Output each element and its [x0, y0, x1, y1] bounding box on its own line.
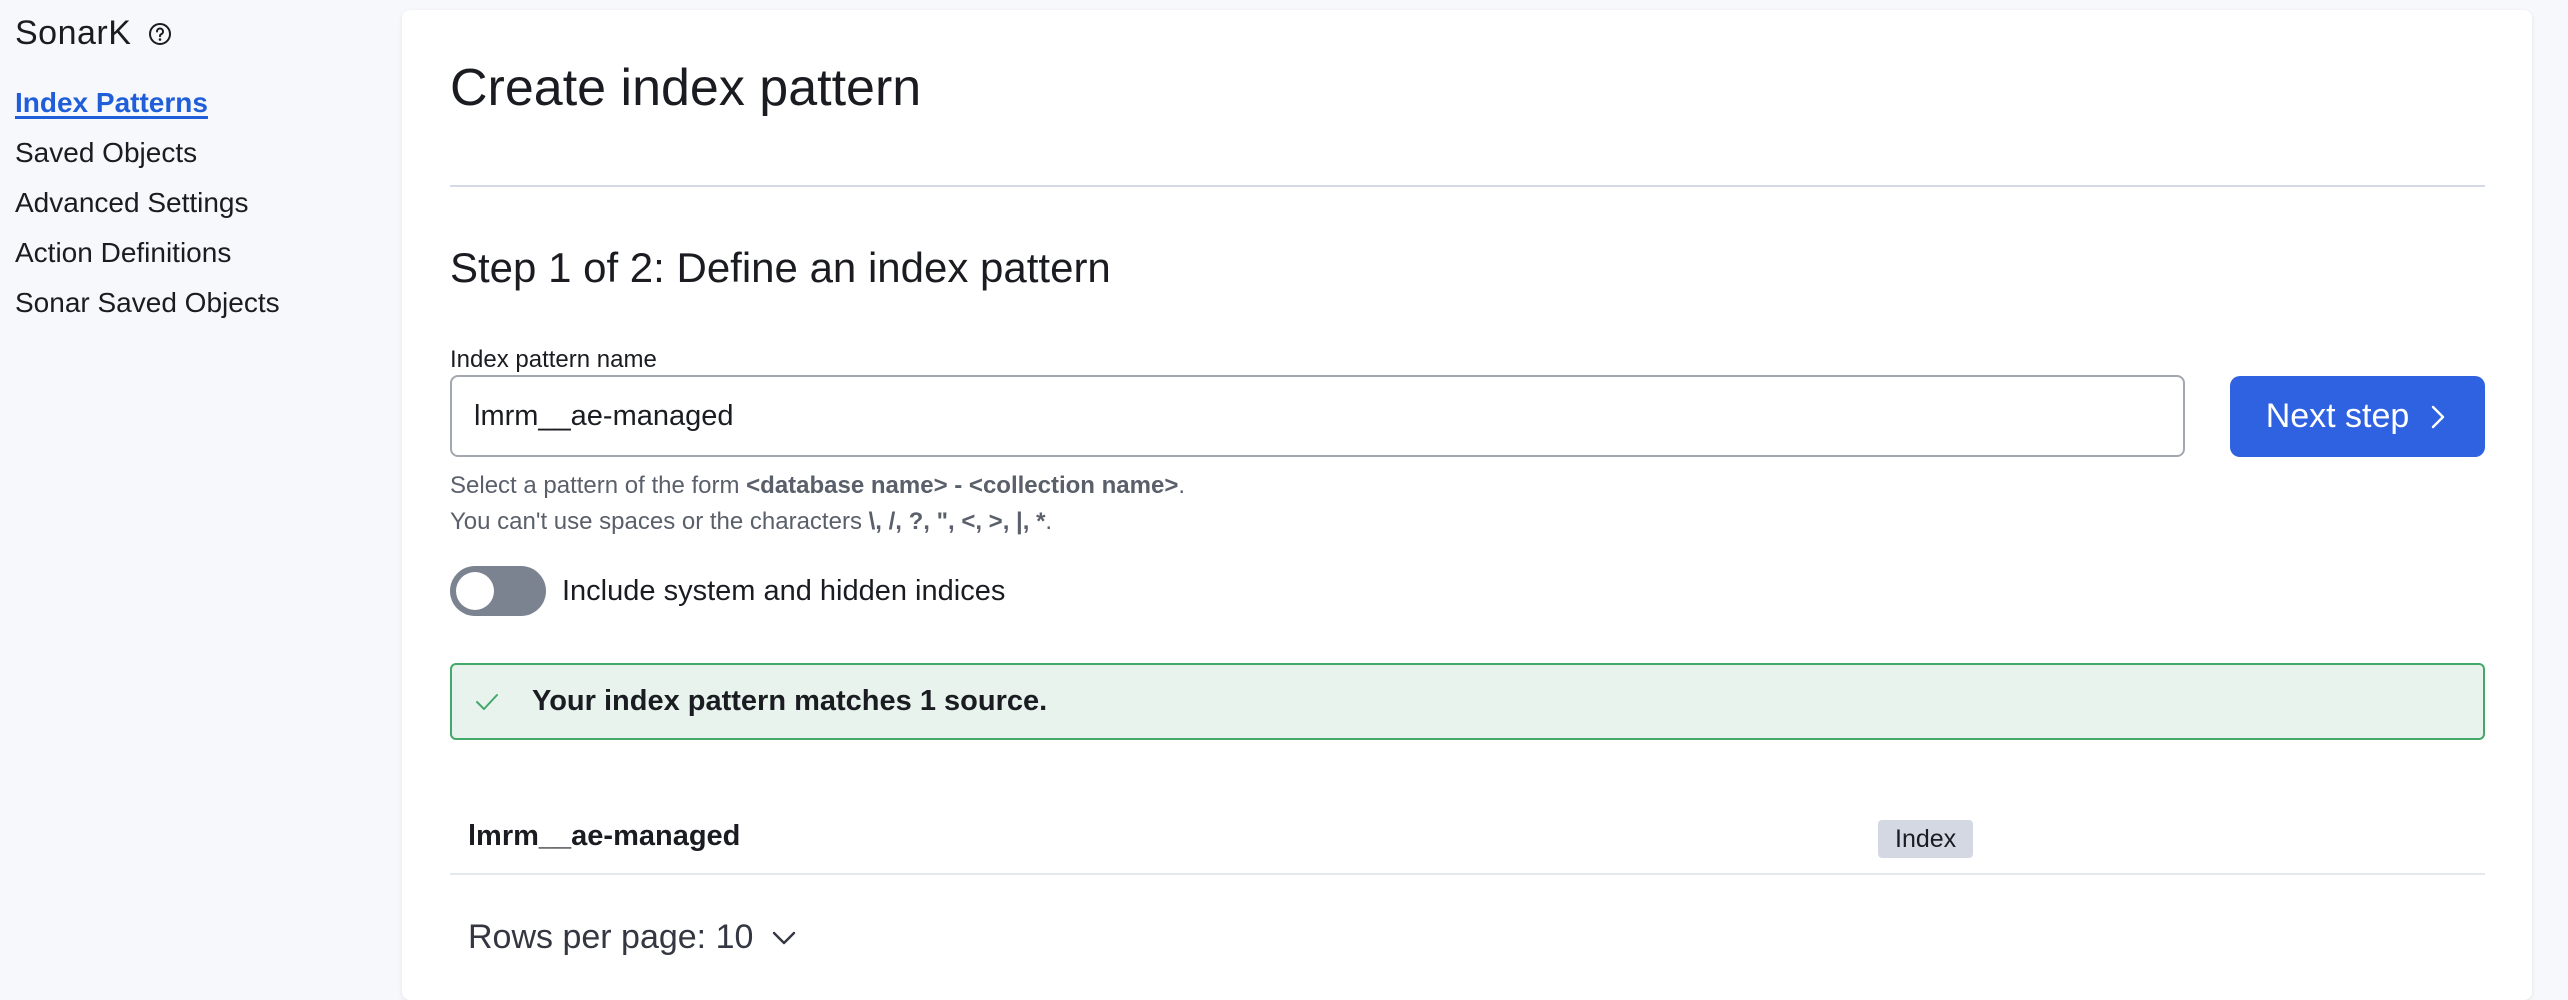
- question-circle-icon[interactable]: [147, 21, 173, 47]
- chevron-right-icon: [2432, 405, 2445, 428]
- next-step-label: Next step: [2265, 397, 2410, 435]
- rows-per-page-button[interactable]: Rows per page: 10: [468, 918, 797, 957]
- divider: [450, 185, 2485, 187]
- main-panel: Create index pattern Step 1 of 2: Define…: [402, 10, 2532, 1000]
- sidebar-item-advanced-settings[interactable]: Advanced Settings: [15, 178, 280, 228]
- rows-per-page-label: Rows per page: 10: [468, 918, 754, 956]
- app-title: SonarK: [15, 14, 132, 52]
- status-badge: Index: [1878, 820, 1974, 858]
- index-pattern-name-input[interactable]: [450, 375, 2185, 457]
- include-hidden-label[interactable]: Include system and hidden indices: [562, 575, 1005, 608]
- toggle-knob: [456, 572, 494, 610]
- sidebar-item-action-definitions[interactable]: Action Definitions: [15, 228, 280, 278]
- include-hidden-toggle-row: Include system and hidden indices: [450, 566, 1005, 616]
- result-name: lmrm__ae-managed: [468, 820, 741, 852]
- page-title: Create index pattern: [450, 59, 922, 117]
- chevron-down-icon: [773, 931, 796, 944]
- match-callout: Your index pattern matches 1 source.: [450, 663, 2485, 740]
- sidebar: SonarK Index Patterns Saved Objects Adva…: [0, 0, 400, 978]
- help-line-2: You can't use spaces or the characters \…: [450, 508, 1053, 535]
- sidebar-nav: Index Patterns Saved Objects Advanced Se…: [15, 78, 280, 328]
- callout-message: Your index pattern matches 1 source.: [532, 685, 1048, 717]
- check-icon: [476, 693, 498, 710]
- help-line-1: Select a pattern of the form <database n…: [450, 472, 1186, 499]
- include-hidden-toggle[interactable]: [450, 566, 546, 616]
- index-pattern-name-label: Index pattern name: [450, 346, 657, 373]
- help-text: Select a pattern of the form <database n…: [450, 468, 1185, 540]
- next-step-button[interactable]: Next step: [2230, 376, 2485, 457]
- sidebar-item-index-patterns[interactable]: Index Patterns: [15, 78, 280, 128]
- brand: SonarK: [15, 14, 173, 53]
- sidebar-item-sonar-saved-objects[interactable]: Sonar Saved Objects: [15, 278, 280, 328]
- table-row: lmrm__ae-managed Index: [450, 800, 2485, 875]
- sidebar-item-saved-objects[interactable]: Saved Objects: [15, 128, 280, 178]
- step-title: Step 1 of 2: Define an index pattern: [450, 244, 1111, 291]
